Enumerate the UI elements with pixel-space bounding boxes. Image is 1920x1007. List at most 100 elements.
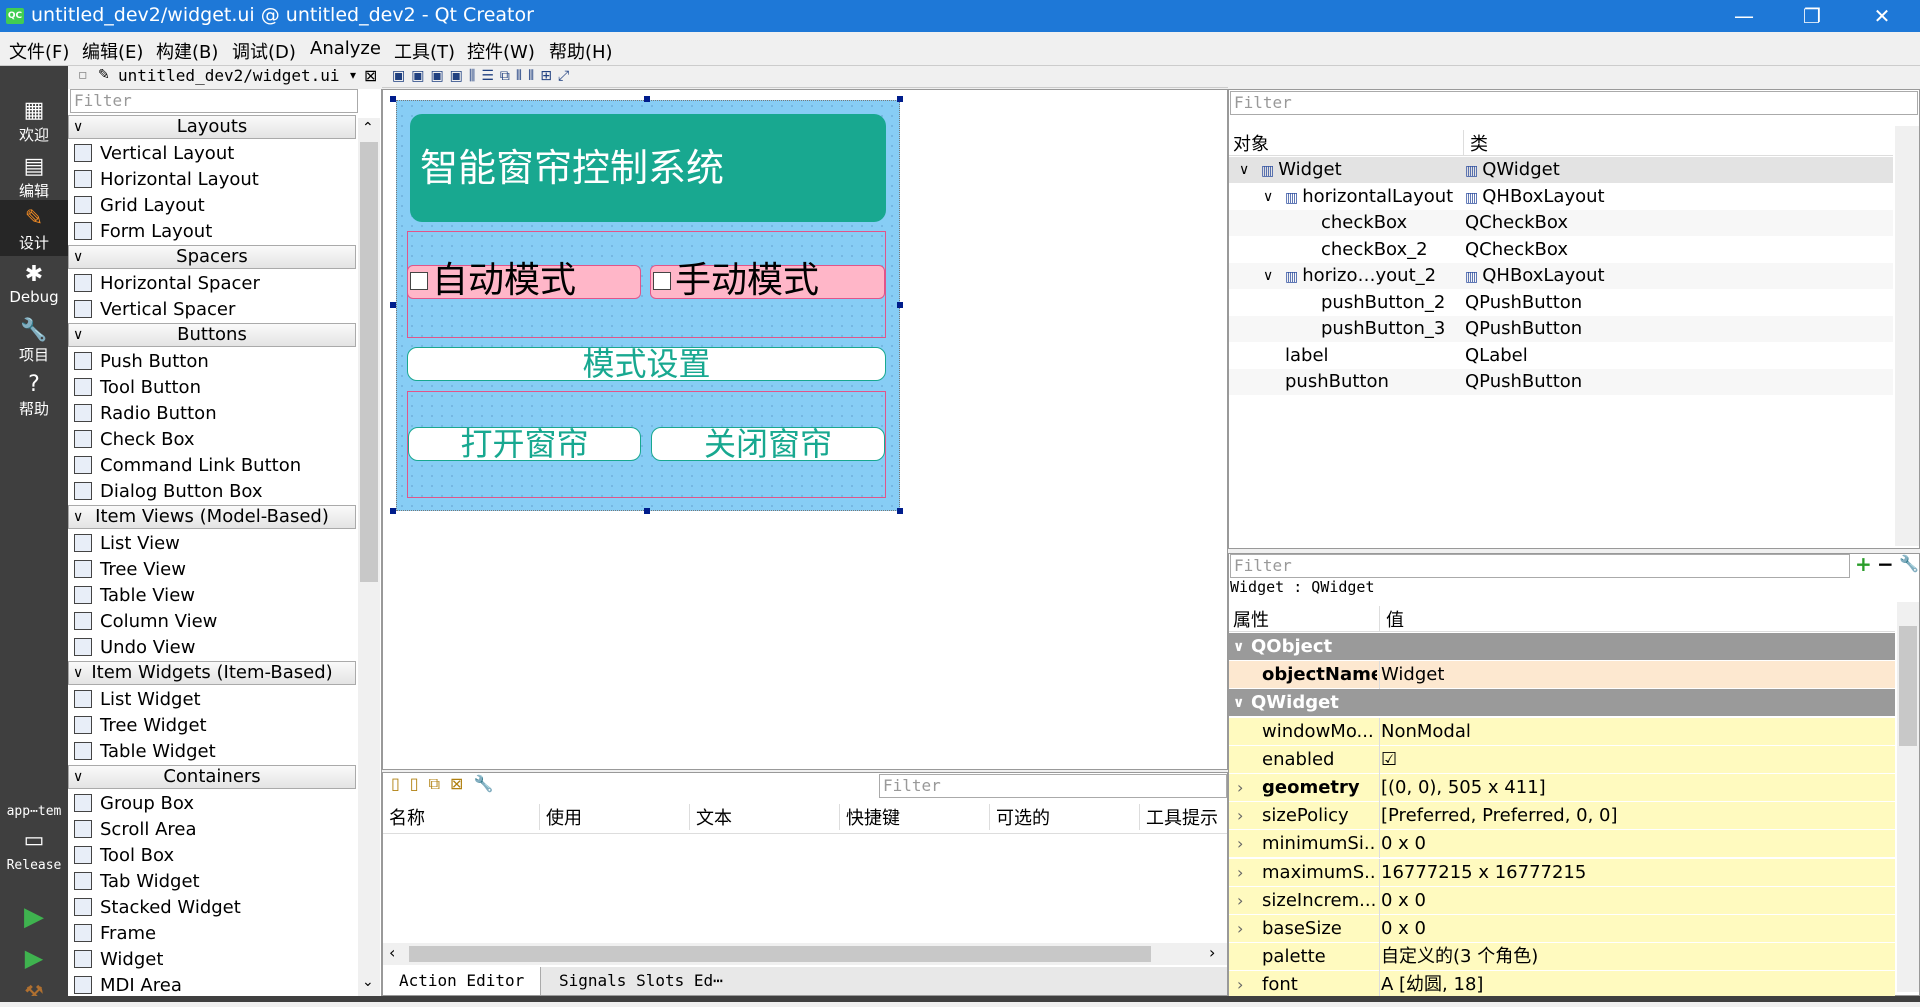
add-property-icon[interactable]: + [1855, 552, 1872, 576]
widget-item[interactable]: Tab Widget [74, 869, 200, 895]
widget-item[interactable]: Push Button [74, 349, 209, 375]
debug-run-icon[interactable]: ▶ [0, 944, 68, 972]
property-scrollbar[interactable] [1897, 602, 1919, 992]
file-tab[interactable]: untitled_dev2/widget.ui [118, 66, 340, 85]
widget-filter-input[interactable]: Filter [70, 89, 358, 113]
menu-analyze[interactable]: Analyze [310, 38, 381, 59]
property-scroll-thumb[interactable] [1899, 626, 1917, 746]
kit-selector[interactable]: ▭ [0, 828, 68, 854]
action-hscrollbar[interactable]: ‹ › [383, 943, 1227, 965]
object-row[interactable]: labelQLabel [1229, 343, 1893, 369]
menu-build[interactable]: 构建(B) [156, 38, 218, 64]
action-filter-input[interactable]: Filter [879, 774, 1227, 798]
widget-item[interactable]: Tree View [74, 557, 186, 583]
widget-item[interactable]: Tool Button [74, 375, 201, 401]
widget-item[interactable]: Horizontal Spacer [74, 271, 260, 297]
mode-design[interactable]: ✎设计 [0, 200, 68, 256]
widget-item[interactable]: Command Link Button [74, 453, 301, 479]
widget-item[interactable]: Vertical Layout [74, 141, 234, 167]
layout-tools-icon[interactable]: ▣▣▣▣⫼☰⧉⦀⦀⊞⤢ [392, 68, 575, 84]
auto-mode-checkbox[interactable]: 自动模式 [407, 265, 641, 299]
expand-icon[interactable]: › [1237, 774, 1243, 802]
widget-item[interactable]: Form Layout [74, 219, 212, 245]
widget-item[interactable]: List Widget [74, 687, 201, 713]
expand-icon[interactable]: ∨ [1239, 157, 1249, 183]
remove-property-icon[interactable]: − [1877, 552, 1894, 576]
property-row[interactable]: windowMo...NonModal [1229, 718, 1895, 746]
property-row[interactable]: objectNameWidget [1229, 661, 1895, 689]
expand-icon[interactable]: ∨ [1263, 184, 1273, 210]
chevron-down-icon[interactable]: ▾ [350, 68, 356, 82]
widget-category[interactable]: ∨Item Widgets (Item-Based) [68, 661, 356, 685]
open-curtain-button[interactable]: 打开窗帘 [408, 427, 641, 461]
widget-category[interactable]: ∨Layouts [68, 115, 356, 139]
expand-icon[interactable]: › [1237, 802, 1243, 830]
object-row[interactable]: ∨▥horizontalLayout▥QHBoxLayout [1229, 184, 1893, 210]
widget-item[interactable]: Column View [74, 609, 217, 635]
close-button[interactable]: ✕ [1850, 0, 1914, 32]
expand-icon[interactable]: › [1237, 887, 1243, 915]
object-row[interactable]: checkBoxQCheckBox [1229, 210, 1893, 236]
menu-file[interactable]: 文件(F) [9, 38, 69, 64]
object-row[interactable]: checkBox_2QCheckBox [1229, 237, 1893, 263]
menu-tools[interactable]: 工具(T) [394, 38, 455, 64]
scroll-right-icon[interactable]: › [1209, 943, 1215, 962]
property-section[interactable]: ∨QWidget [1229, 689, 1895, 717]
run-icon[interactable]: ▶ [0, 902, 68, 932]
object-row[interactable]: ∨▥horizo…yout_2▥QHBoxLayout [1229, 263, 1893, 289]
manual-mode-checkbox[interactable]: 手动模式 [650, 265, 885, 299]
widget-item[interactable]: Undo View [74, 635, 195, 661]
property-row[interactable]: ›maximumS...16777215 x 16777215 [1229, 859, 1895, 887]
scroll-down-icon[interactable]: ⌄ [362, 974, 374, 990]
expand-icon[interactable]: ∨ [1263, 263, 1273, 289]
restore-button[interactable]: ❐ [1780, 0, 1844, 32]
expand-icon[interactable]: › [1237, 915, 1243, 943]
title-label[interactable]: 智能窗帘控制系统 [410, 114, 886, 222]
object-filter-input[interactable]: Filter [1230, 91, 1918, 115]
kit-project[interactable]: app⋯tem [0, 804, 68, 819]
widget-item[interactable]: Group Box [74, 791, 194, 817]
property-row[interactable]: ›sizePolicy[Preferred, Preferred, 0, 0] [1229, 802, 1895, 830]
property-row[interactable]: ›sizeIncrem...0 x 0 [1229, 887, 1895, 915]
mode-setting-button[interactable]: 模式设置 [407, 347, 886, 381]
object-row[interactable]: pushButton_3QPushButton [1229, 316, 1893, 342]
widget-item[interactable]: Vertical Spacer [74, 297, 235, 323]
property-filter-input[interactable]: Filter [1230, 554, 1850, 578]
menu-edit[interactable]: 编辑(E) [82, 38, 143, 64]
property-section[interactable]: ∨QObject [1229, 633, 1895, 661]
scroll-up-icon[interactable]: ⌃ [362, 120, 374, 136]
widget-item[interactable]: Scroll Area [74, 817, 197, 843]
mode-edit[interactable]: ▤编辑 [0, 154, 68, 201]
widget-item[interactable]: Stacked Widget [74, 895, 241, 921]
widget-category[interactable]: ∨Item Views (Model-Based) [68, 505, 356, 529]
widget-category[interactable]: ∨Spacers [68, 245, 356, 269]
property-row[interactable]: ›baseSize0 x 0 [1229, 915, 1895, 943]
widget-item[interactable]: Frame [74, 921, 156, 947]
widget-item[interactable]: Dialog Button Box [74, 479, 263, 505]
widget-item[interactable]: List View [74, 531, 180, 557]
property-row[interactable]: ›minimumSi...0 x 0 [1229, 830, 1895, 858]
hscroll-thumb[interactable] [409, 946, 1151, 962]
widget-item[interactable]: Tree Widget [74, 713, 207, 739]
object-scrollbar[interactable] [1895, 126, 1919, 546]
menu-debug[interactable]: 调试(D) [232, 38, 296, 64]
menu-widgets[interactable]: 控件(W) [467, 38, 535, 64]
widget-box-scrollbar[interactable]: ⌃ ⌄ [358, 118, 380, 996]
widget-item[interactable]: Radio Button [74, 401, 217, 427]
property-row[interactable]: palette自定义的(3 个角色) [1229, 943, 1895, 971]
build-icon[interactable]: ⚒ [0, 982, 68, 1007]
close-file-icon[interactable]: ⊠ [364, 66, 377, 85]
widget-item[interactable]: Table Widget [74, 739, 216, 765]
mode-welcome[interactable]: ▦欢迎 [0, 98, 68, 145]
action-toolbar-icon[interactable]: ▯▯⧉⊠🔧 [391, 774, 503, 794]
wrench-icon[interactable]: 🔧 [1899, 554, 1919, 573]
widget-category[interactable]: ∨Buttons [68, 323, 356, 347]
widget-item[interactable]: Table View [74, 583, 195, 609]
close-curtain-button[interactable]: 关闭窗帘 [651, 427, 885, 461]
tab-action-editor[interactable]: Action Editor [383, 967, 541, 995]
mode-help[interactable]: ?帮助 [0, 372, 68, 419]
widget-item[interactable]: Tool Box [74, 843, 174, 869]
widget-item[interactable]: Check Box [74, 427, 195, 453]
object-row[interactable]: pushButton_2QPushButton [1229, 290, 1893, 316]
tab-signals-slots[interactable]: Signals Slots Ed⋯ [543, 967, 739, 995]
